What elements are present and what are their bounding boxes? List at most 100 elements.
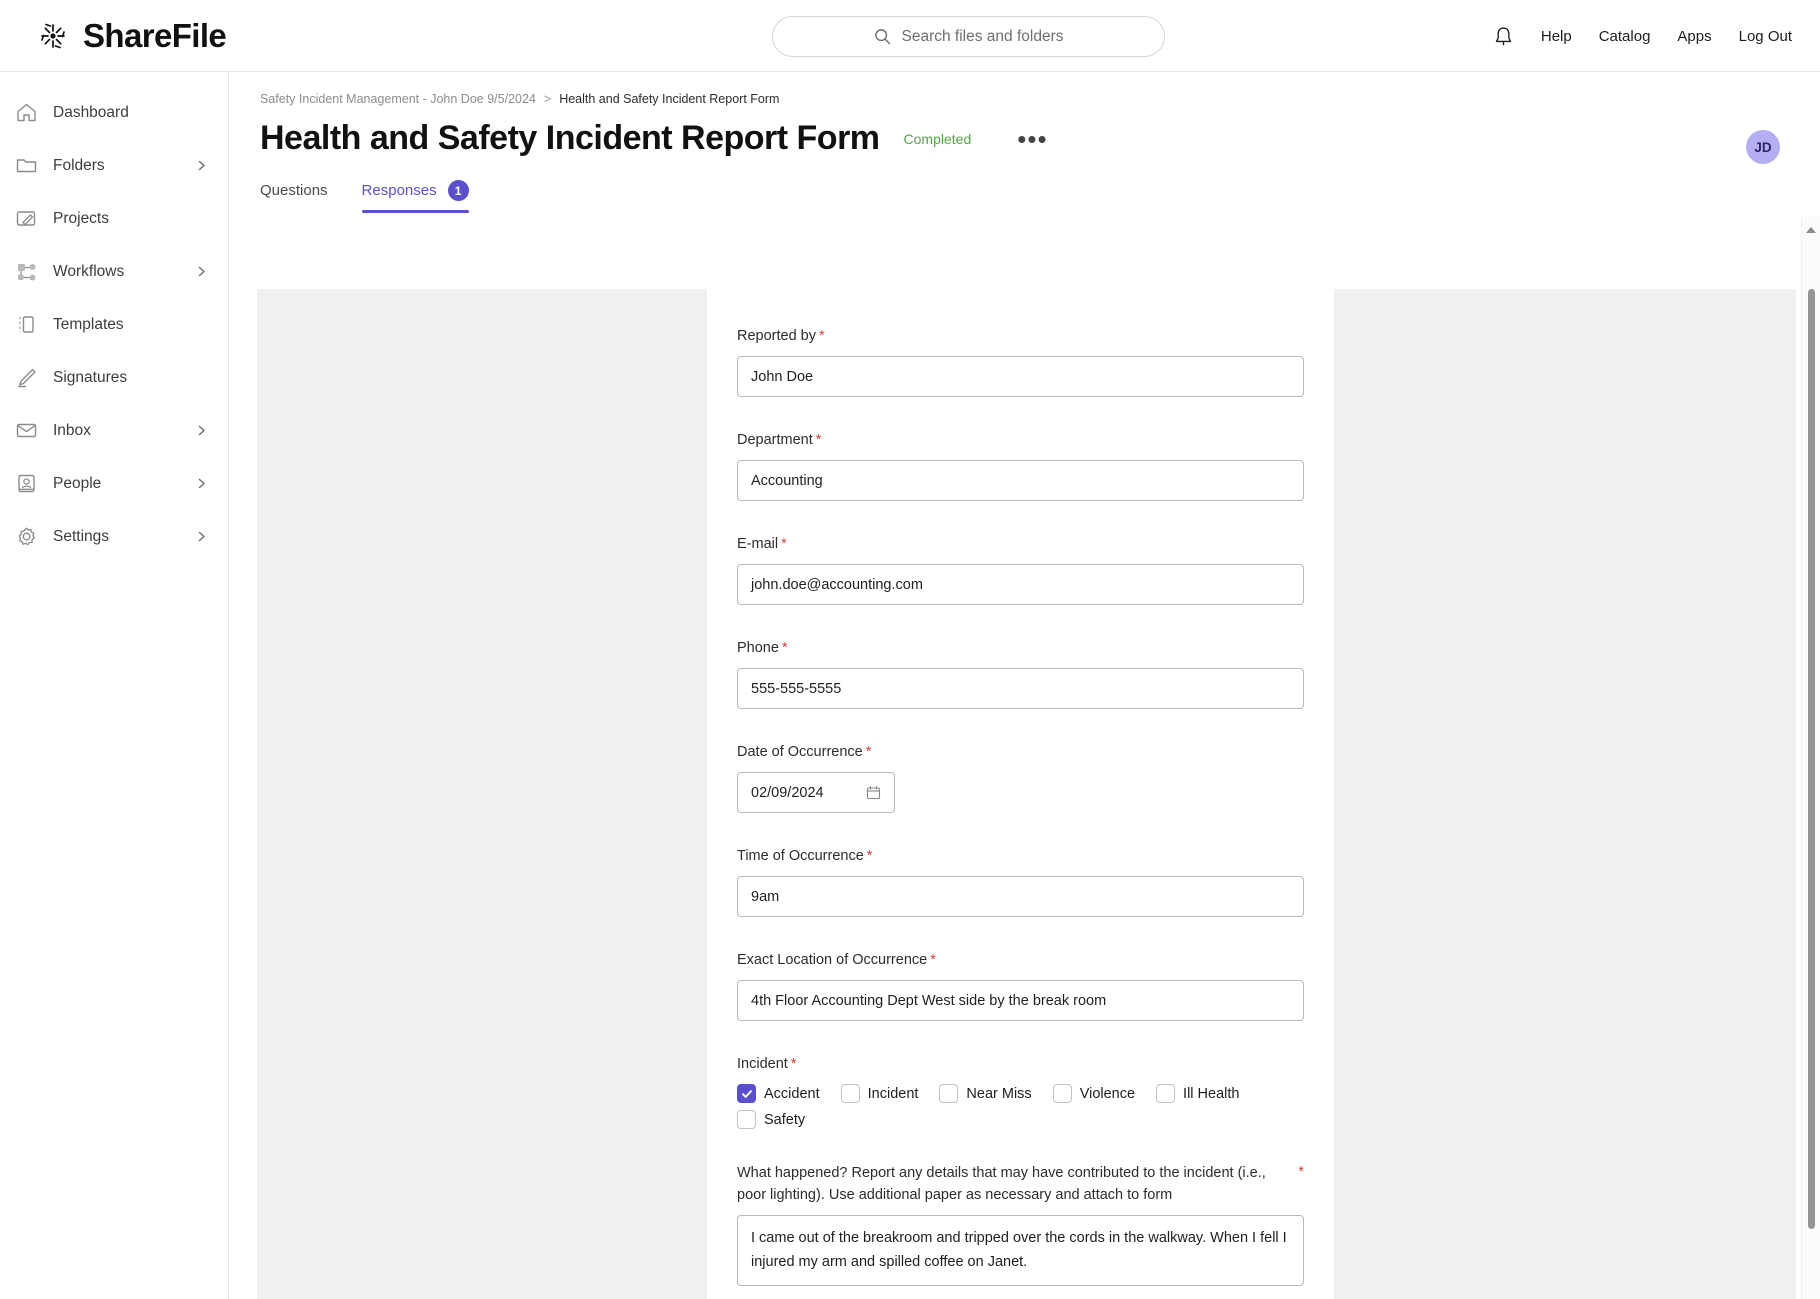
checkbox-incident[interactable]: Incident <box>840 1084 919 1104</box>
field-email: E-mail * john.doe@accounting.com <box>737 534 1304 606</box>
projects-icon <box>16 211 36 226</box>
time-of-occurrence-input[interactable]: 9am <box>737 876 1304 918</box>
sidebar-item-label: Settings <box>53 527 110 545</box>
checkbox-label: Violence <box>1079 1085 1136 1102</box>
field-label: Department * <box>737 430 1304 451</box>
phone-input[interactable]: 555-555-5555 <box>737 668 1304 710</box>
incident-checkbox-group: Accident Incident Near Miss Violence Ill… <box>737 1084 1304 1130</box>
department-input[interactable]: Accounting <box>737 460 1304 502</box>
tab-badge-count: 1 <box>447 180 469 201</box>
tab-bar: Questions Responses 1 <box>260 180 1820 213</box>
sidebar-item-settings[interactable]: Settings <box>0 510 228 563</box>
checkbox-violence[interactable]: Violence <box>1052 1084 1136 1104</box>
top-nav: Help Catalog Apps Log Out <box>1493 0 1792 72</box>
sidebar-item-label: Projects <box>53 209 109 227</box>
label-text: E-mail <box>737 536 779 553</box>
required-marker: * <box>866 848 873 865</box>
field-label: E-mail * <box>737 534 1304 555</box>
checkbox-label: Near Miss <box>966 1085 1032 1102</box>
field-label: Reported by * <box>737 326 1304 347</box>
check-icon <box>741 1089 752 1098</box>
pen-icon <box>17 368 36 388</box>
sidebar-item-inbox[interactable]: Inbox <box>0 404 228 457</box>
tab-label: Responses <box>361 182 437 199</box>
sidebar-item-workflows[interactable]: Workflows <box>0 245 228 298</box>
calendar-icon[interactable] <box>866 785 881 800</box>
topnav-link-apps[interactable]: Apps <box>1677 28 1711 45</box>
workflows-icon <box>18 264 36 281</box>
sidebar-item-label: Folders <box>53 156 105 174</box>
templates-icon <box>19 316 34 333</box>
sidebar-item-dashboard[interactable]: Dashboard <box>0 86 228 139</box>
checkbox-box[interactable] <box>840 1084 860 1104</box>
label-text: Reported by <box>737 328 816 344</box>
topnav-link-catalog[interactable]: Catalog <box>1599 28 1651 45</box>
sidebar-item-label: Templates <box>53 315 124 333</box>
search-icon <box>874 29 890 45</box>
checkbox-label: Safety <box>764 1111 806 1128</box>
brand-logo[interactable]: ShareFile <box>36 17 227 55</box>
tab-questions[interactable]: Questions <box>260 180 328 213</box>
field-what-happened: * What happened? Report any details that… <box>737 1162 1304 1287</box>
vertical-scrollbar[interactable] <box>1801 217 1820 1299</box>
exact-location-input[interactable]: 4th Floor Accounting Dept West side by t… <box>737 980 1304 1022</box>
label-text: What happened? Report any details that m… <box>737 1165 1266 1204</box>
date-of-occurrence-input[interactable]: 02/09/2024 <box>737 772 895 814</box>
breadcrumb-parent[interactable]: Safety Incident Management - John Doe 9/… <box>260 92 536 106</box>
sidebar-item-signatures[interactable]: Signatures <box>0 351 228 404</box>
breadcrumb-separator: > <box>543 92 552 106</box>
checkbox-box[interactable] <box>1052 1084 1072 1104</box>
sidebar-item-label: Inbox <box>53 421 91 439</box>
more-options-button[interactable]: ••• <box>1017 126 1047 152</box>
checkbox-accident[interactable]: Accident <box>737 1084 820 1104</box>
date-value: 02/09/2024 <box>751 784 824 801</box>
sidebar-item-label: People <box>53 474 102 492</box>
notifications-bell-icon[interactable] <box>1493 25 1514 48</box>
avatar[interactable]: JD <box>1746 130 1780 164</box>
checkbox-near-miss[interactable]: Near Miss <box>939 1084 1032 1104</box>
field-label: Date of Occurrence * <box>737 742 1304 763</box>
required-marker: * <box>819 328 825 344</box>
topnav-link-logout[interactable]: Log Out <box>1739 28 1792 45</box>
scroll-up-arrow-icon[interactable] <box>1806 227 1816 233</box>
email-input[interactable]: john.doe@accounting.com <box>737 564 1304 606</box>
checkbox-label: Incident <box>867 1085 919 1102</box>
checkbox-box[interactable] <box>939 1084 959 1104</box>
checkbox-ill-health[interactable]: Ill Health <box>1156 1084 1239 1104</box>
sidebar-item-folders[interactable]: Folders <box>0 139 228 192</box>
label-text: Phone <box>737 640 779 657</box>
field-label: Phone * <box>737 638 1304 659</box>
required-marker: * <box>1298 1164 1304 1181</box>
form-page: Reported by * John Doe Department * Accoun… <box>707 289 1334 1299</box>
sidebar-item-label: Signatures <box>53 368 128 386</box>
field-label: * What happened? Report any details that… <box>737 1162 1304 1206</box>
sidebar-item-label: Dashboard <box>53 103 129 121</box>
search-input[interactable]: Search files and folders <box>772 16 1165 57</box>
topnav-link-help[interactable]: Help <box>1541 28 1572 45</box>
checkbox-safety[interactable]: Safety <box>737 1110 806 1130</box>
required-marker: * <box>815 432 822 449</box>
sidebar-item-projects[interactable]: Projects <box>0 192 228 245</box>
sharefile-logo-icon <box>41 23 65 48</box>
what-happened-textarea[interactable]: I came out of the breakroom and tripped … <box>737 1215 1304 1287</box>
field-time-of-occurrence: Time of Occurrence * 9am <box>737 846 1304 918</box>
tab-label: Questions <box>260 182 328 199</box>
required-marker: * <box>790 1056 797 1073</box>
top-bar: ShareFile Search files and folders Help … <box>0 0 1820 72</box>
sidebar-item-templates[interactable]: Templates <box>0 298 228 351</box>
label-text: Exact Location of Occurrence <box>737 952 928 969</box>
checkbox-box[interactable] <box>737 1084 756 1104</box>
checkbox-label: Accident <box>764 1085 820 1102</box>
checkbox-box[interactable] <box>1156 1084 1176 1104</box>
reported-by-input[interactable]: John Doe <box>737 356 1304 398</box>
breadcrumb-current: Health and Safety Incident Report Form <box>559 92 780 106</box>
field-label: Time of Occurrence * <box>737 846 1304 867</box>
required-marker: * <box>781 640 788 657</box>
scrollbar-thumb[interactable] <box>1808 289 1815 1229</box>
form-canvas: Reported by * John Doe Department * Accoun… <box>257 289 1796 1299</box>
tab-responses[interactable]: Responses 1 <box>361 180 469 213</box>
required-marker: * <box>930 952 936 969</box>
sidebar-item-people[interactable]: People <box>0 457 228 510</box>
checkbox-box[interactable] <box>737 1110 756 1130</box>
sidebar: Dashboard Folders Projects Workflows Tem… <box>0 72 229 1299</box>
